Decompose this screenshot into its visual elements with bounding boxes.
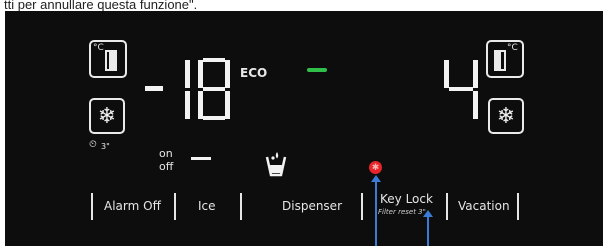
digit-eight-e bbox=[198, 91, 203, 119]
digit-one-top bbox=[185, 60, 190, 88]
pointer-arrow-keylock bbox=[423, 210, 433, 217]
water-drop-cup-icon bbox=[265, 152, 287, 177]
button-divider bbox=[174, 193, 176, 220]
celsius-symbol: °C bbox=[507, 43, 518, 53]
power-freeze-clock-icon: ⏲ bbox=[89, 139, 97, 150]
eco-label: ECO bbox=[240, 66, 268, 80]
lock-indicator-icon: ✱ bbox=[369, 161, 382, 174]
digit-eight-g bbox=[203, 87, 225, 91]
eco-indicator bbox=[307, 68, 327, 72]
button-divider bbox=[240, 193, 242, 220]
control-panel: °C ❄ ⏲ 3" ECO °C ❄ on off ✱ Alarm Off Ic… bbox=[5, 11, 603, 246]
freezer-bar-fill bbox=[109, 50, 117, 71]
pointer-arrow-lock bbox=[371, 175, 381, 182]
water-on-label: on bbox=[159, 147, 173, 160]
snowflake-icon: ❄ bbox=[97, 103, 117, 129]
alarm-off-button[interactable]: Alarm Off bbox=[104, 199, 161, 213]
button-divider bbox=[91, 193, 93, 220]
minus-segment bbox=[145, 86, 163, 91]
digit-one-bottom bbox=[185, 91, 190, 119]
key-lock-label: Key Lock bbox=[380, 192, 433, 206]
digit-eight-c bbox=[225, 91, 230, 119]
digit-eight-a bbox=[203, 58, 225, 62]
celsius-symbol: °C bbox=[93, 43, 104, 53]
power-freeze-time: 3" bbox=[101, 142, 110, 151]
dispenser-button[interactable]: Dispenser bbox=[282, 199, 342, 213]
freezer-power-freeze-button[interactable]: ❄ bbox=[89, 98, 125, 134]
vacation-button[interactable]: Vacation bbox=[458, 199, 510, 213]
button-divider bbox=[361, 193, 363, 220]
filter-reset-label: Filter reset 3" bbox=[378, 208, 426, 216]
pointer-line-keylock bbox=[427, 216, 429, 246]
ice-button[interactable]: Ice bbox=[198, 199, 216, 213]
pointer-line-lock bbox=[375, 181, 377, 246]
fridge-bar-fill bbox=[494, 50, 501, 71]
digit-eight-d bbox=[203, 116, 225, 120]
freezer-celsius-icon[interactable]: °C bbox=[89, 40, 127, 78]
digit-eight-b bbox=[225, 60, 230, 88]
digit-four-f bbox=[444, 60, 449, 88]
button-divider bbox=[446, 193, 448, 220]
digit-four-g bbox=[449, 87, 473, 91]
water-status-bar bbox=[191, 157, 211, 160]
fridge-power-cool-button[interactable]: ❄ bbox=[488, 98, 524, 134]
snowflake-icon: ❄ bbox=[496, 103, 516, 129]
digit-four-b bbox=[473, 60, 478, 88]
button-divider bbox=[517, 193, 519, 220]
digit-eight-f bbox=[198, 60, 203, 88]
water-off-label: off bbox=[159, 160, 174, 173]
fridge-celsius-icon[interactable]: °C bbox=[486, 40, 524, 78]
digit-four-c bbox=[473, 91, 478, 119]
